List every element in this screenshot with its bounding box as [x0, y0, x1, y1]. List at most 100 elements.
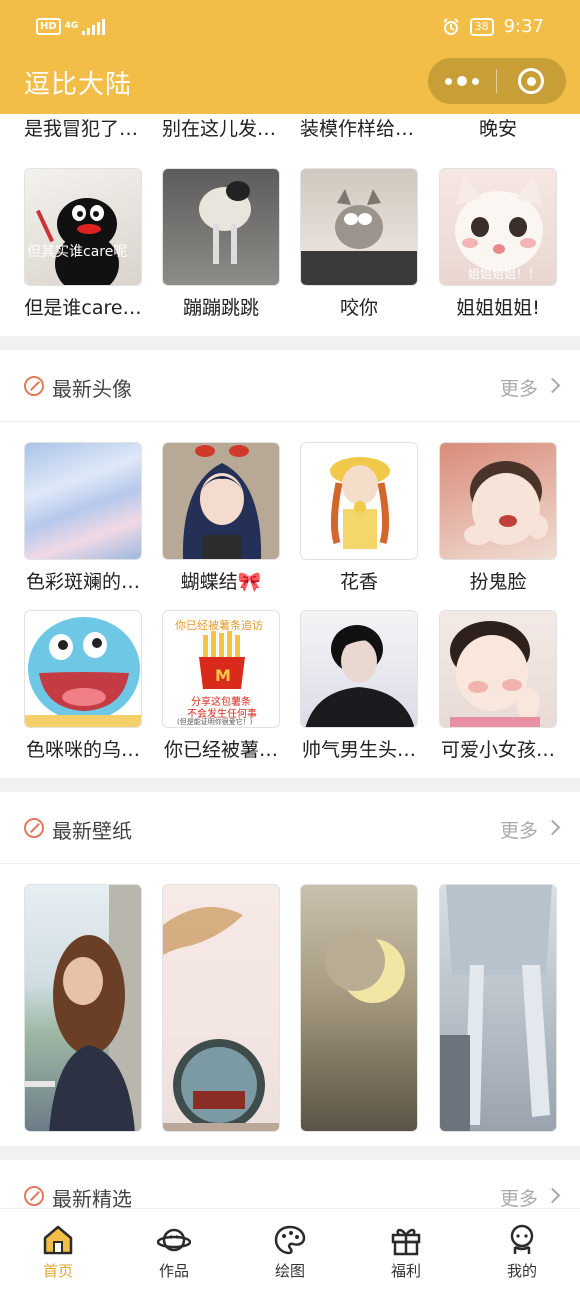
item-label: 你已经被薯… [163, 739, 278, 761]
wallpaper-thumbnail [300, 884, 418, 1132]
list-item[interactable]: 晚安 [439, 114, 557, 142]
tab-home[interactable]: 首页 [0, 1209, 116, 1289]
more-options-button[interactable] [428, 58, 496, 104]
clock: 9:37 [503, 16, 544, 37]
list-item[interactable]: 别在这儿发… [162, 114, 280, 142]
thumbnail: 你已经被薯条追访 M 分享这包薯条 不会发生任何事 (但是能证明你很爱它！) [162, 610, 280, 728]
image-caption: 姐姐姐姐！！ [468, 267, 541, 281]
kitten-image [301, 189, 417, 285]
squirtle-image [25, 617, 141, 727]
svg-text:M: M [215, 666, 231, 685]
wallpaper-item[interactable] [162, 884, 280, 1132]
list-item[interactable]: 可爱小女孩… [439, 610, 557, 763]
wallpaper-item[interactable] [24, 884, 142, 1132]
tab-draw[interactable]: 绘图 [232, 1209, 348, 1289]
wallpaper-item[interactable] [300, 884, 418, 1132]
list-item[interactable]: 扮鬼脸 [439, 442, 557, 595]
crescent-moon-image [325, 931, 405, 1003]
tab-label: 首页 [42, 1262, 73, 1280]
home-icon [43, 1225, 73, 1255]
top-bar: HD 4G 38 9:37 逗比大陆 [0, 0, 580, 114]
tab-mine[interactable]: 我的 [464, 1209, 580, 1289]
list-item[interactable]: 色咪咪的乌… [24, 610, 142, 763]
item-label: 色彩斑斓的… [25, 571, 140, 593]
list-item[interactable]: 但其实谁care呢 但是谁care… [24, 168, 142, 321]
thumbnail [300, 442, 418, 560]
list-item[interactable]: 你已经被薯条追访 M 分享这包薯条 不会发生任何事 (但是能证明你很爱它！) 你… [162, 610, 280, 763]
wallpaper-thumbnail [439, 884, 557, 1132]
thumbnail [162, 442, 280, 560]
list-item[interactable]: 是我冒犯了… [24, 114, 142, 142]
section-header-wallpaper: 最新壁纸 更多 [0, 792, 580, 864]
thumbnail: 但其实谁care呢 [24, 168, 142, 286]
tab-works[interactable]: 作品 [116, 1209, 232, 1289]
section-header-avatar: 最新头像 更多 [0, 350, 580, 422]
wallpaper-item[interactable] [439, 884, 557, 1132]
list-item[interactable]: 蹦蹦跳跳 [162, 168, 280, 321]
item-label: 姐姐姐姐! [456, 297, 540, 319]
girl-window-image [25, 885, 141, 1131]
boy-portrait-image [305, 625, 415, 727]
thumbnail [439, 610, 557, 728]
lamb-image [199, 181, 251, 264]
section-icon [24, 1186, 44, 1206]
section-title: 最新壁纸 [52, 819, 132, 843]
wallpaper-thumbnail [162, 884, 280, 1132]
planet-icon [157, 1228, 191, 1252]
wallpaper-thumbnail [24, 884, 142, 1132]
thumbnail [300, 168, 418, 286]
more-link[interactable]: 更多 [500, 1184, 538, 1208]
item-label: 装模作样给… [300, 118, 415, 140]
signal-icon [82, 18, 106, 35]
section-icon [24, 818, 44, 838]
item-label: 咬你 [339, 297, 378, 319]
tab-label: 我的 [506, 1262, 537, 1280]
tab-welfare[interactable]: 福利 [348, 1209, 464, 1289]
target-icon [518, 68, 544, 94]
palette-icon [274, 1225, 306, 1255]
list-item[interactable]: 姐姐姐姐！！ 姐姐姐姐! [439, 168, 557, 321]
chevron-right-icon[interactable] [544, 819, 561, 836]
dot-icon [457, 76, 467, 86]
list-item[interactable]: 装模作样给… [300, 114, 418, 142]
more-link[interactable]: 更多 [500, 374, 538, 401]
list-item[interactable]: 色彩斑斓的… [24, 442, 142, 595]
section-divider [0, 778, 580, 792]
item-label: 是我冒犯了… [24, 118, 139, 140]
image-caption: 但其实谁care呢 [27, 244, 128, 260]
user-icon [510, 1224, 534, 1254]
thumbnail: 姐姐姐姐！！ [439, 168, 557, 286]
chevron-right-icon[interactable] [544, 1187, 561, 1204]
penguin-image [36, 198, 119, 285]
item-label: 晚安 [478, 118, 517, 140]
exit-button[interactable] [497, 58, 565, 104]
girl-portrait-image [182, 445, 262, 559]
thumbnail [439, 442, 557, 560]
chevron-right-icon[interactable] [544, 377, 561, 394]
thumbnail [24, 610, 142, 728]
page-title: 逗比大陆 [24, 70, 133, 100]
item-label: 蝴蝶结🎀 [180, 571, 262, 593]
section-divider [0, 336, 580, 350]
mini-program-capsule [428, 58, 566, 104]
list-item[interactable]: 蝴蝶结🎀 [162, 442, 280, 595]
thumbnail [24, 442, 142, 560]
item-label: 色咪咪的乌… [25, 739, 140, 761]
list-item[interactable]: 咬你 [300, 168, 418, 321]
more-link[interactable]: 更多 [500, 816, 538, 843]
network-type: 4G [64, 21, 79, 31]
item-label: 但是谁care… [24, 297, 142, 319]
moon-gate-image [163, 907, 279, 1131]
list-item[interactable]: 帅气男生头… [300, 610, 418, 763]
section-divider [0, 1146, 580, 1160]
list-item[interactable]: 花香 [300, 442, 418, 595]
section-title: 最新头像 [52, 377, 132, 401]
item-label: 别在这儿发… [162, 118, 277, 140]
image-caption: (但是能证明你很爱它！) [177, 718, 253, 726]
child-face-image [464, 461, 548, 545]
tab-label: 绘图 [274, 1262, 305, 1280]
item-label: 花香 [339, 571, 378, 593]
section-header-featured: 最新精选 更多 [0, 1160, 580, 1208]
little-girl-image [450, 621, 540, 727]
gift-icon [391, 1228, 421, 1256]
